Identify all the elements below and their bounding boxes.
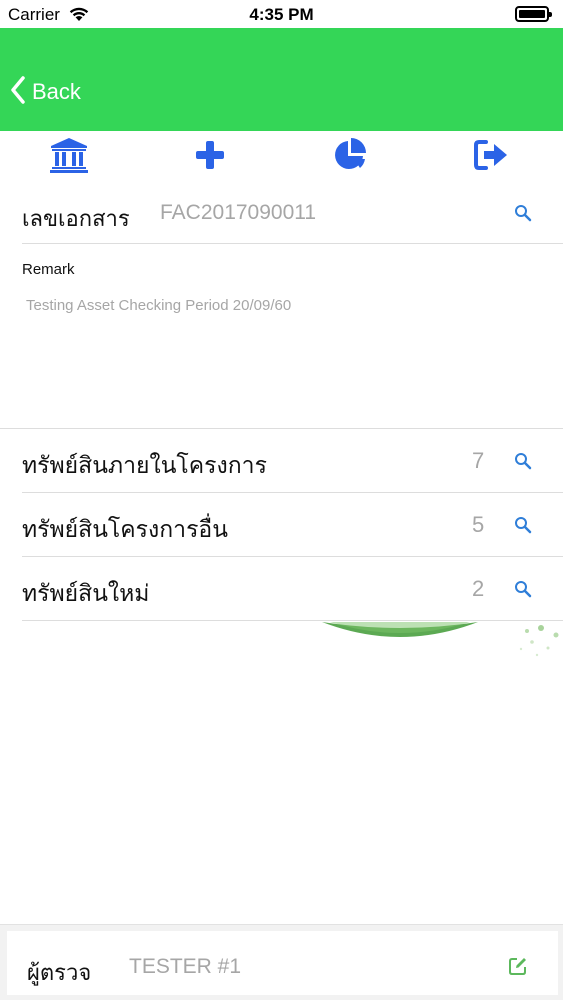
inspector-value[interactable]: TESTER #1 [129, 955, 241, 979]
plus-icon [195, 140, 225, 175]
back-button[interactable]: Back [10, 75, 81, 109]
remark-section: Remark Testing Asset Checking Period 20/… [0, 244, 563, 429]
asset-label: ทรัพย์สินโครงการอื่น [22, 516, 228, 542]
navigation-bar: Back [0, 28, 563, 131]
pie-chart-icon [332, 137, 368, 178]
footer-bar: ผู้ตรวจ TESTER #1 [0, 924, 563, 1000]
document-number-value[interactable]: FAC2017090011 [160, 201, 316, 225]
asset-count: 2 [472, 576, 485, 601]
asset-label: ทรัพย์สินใหม่ [22, 580, 150, 606]
asset-label: ทรัพย์สินภายในโครงการ [22, 452, 267, 478]
sign-out-icon [473, 139, 509, 176]
toolbar [0, 131, 563, 183]
document-number-label: เลขเอกสาร [22, 206, 130, 231]
asset-search-icon[interactable] [512, 450, 534, 472]
remark-label: Remark [22, 261, 75, 278]
bank-button[interactable] [49, 137, 89, 177]
bank-icon [49, 137, 89, 178]
inspector-label: ผู้ตรวจ [27, 960, 92, 985]
asset-count: 5 [472, 512, 485, 537]
battery-icon [515, 6, 552, 22]
document-search-icon[interactable] [512, 202, 534, 224]
background-decoration [0, 622, 563, 662]
asset-count: 7 [472, 448, 485, 473]
document-number-row: เลขเอกสาร FAC2017090011 [22, 183, 563, 244]
asset-row-other-project[interactable]: ทรัพย์สินโครงการอื่น 5 [22, 493, 563, 557]
remark-text[interactable]: Testing Asset Checking Period 20/09/60 [26, 297, 291, 314]
report-button[interactable] [330, 137, 370, 177]
asset-row-in-project[interactable]: ทรัพย์สินภายในโครงการ 7 [22, 429, 563, 493]
edit-icon[interactable] [507, 955, 529, 977]
chevron-left-icon [10, 75, 26, 109]
status-time: 4:35 PM [249, 5, 314, 24]
add-button[interactable] [190, 137, 230, 177]
back-label: Back [32, 79, 81, 104]
logout-button[interactable] [471, 137, 511, 177]
screen: Carrier 4:35 PM Back เลขเอกสาร FAC201709… [0, 0, 563, 1000]
asset-search-icon[interactable] [512, 578, 534, 600]
asset-search-icon[interactable] [512, 514, 534, 536]
status-bar: Carrier 4:35 PM [0, 0, 563, 28]
inspector-card: ผู้ตรวจ TESTER #1 [7, 931, 558, 995]
asset-row-new[interactable]: ทรัพย์สินใหม่ 2 [22, 557, 563, 621]
